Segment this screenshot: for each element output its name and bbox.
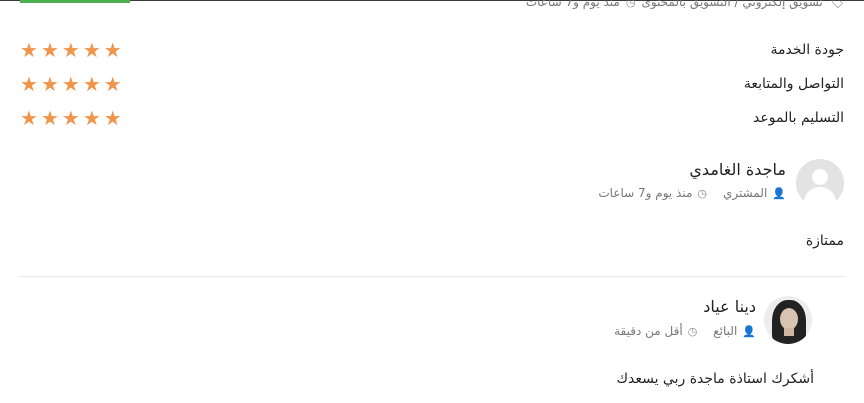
- star-icon: ★: [20, 106, 38, 130]
- accent-bar: [20, 0, 130, 3]
- star-icon: ★: [103, 38, 122, 62]
- rating-row-service-quality: ★ ★ ★ ★ ★ جودة الخدمة: [20, 38, 844, 62]
- review-role: المشتري: [723, 186, 768, 200]
- star-icon: ★: [20, 38, 38, 62]
- star-icon: ★: [82, 72, 101, 96]
- tag-icon: 🏷: [828, 0, 844, 9]
- star-icon: ★: [61, 106, 80, 130]
- review-time: منذ يوم و7 ساعات: [598, 186, 693, 200]
- project-tags[interactable]: تسويق إلكتروني / التسويق بالمحتوى: [641, 0, 822, 9]
- reply-role: البائع: [713, 324, 738, 338]
- clock-icon: ◷: [687, 324, 698, 338]
- seller-avatar[interactable]: [764, 296, 812, 344]
- rating-row-on-time-delivery: ★ ★ ★ ★ ★ التسليم بالموعد: [20, 106, 844, 130]
- reply-time: أقل من دقيقة: [614, 324, 683, 338]
- star-icon: ★: [82, 106, 101, 130]
- reply-meta: 👤 البائع ◷ أقل من دقيقة: [614, 324, 756, 338]
- star-icon: ★: [61, 72, 80, 96]
- rating-stars: ★ ★ ★ ★ ★: [20, 108, 122, 128]
- reply-author[interactable]: دينا عياد: [703, 297, 756, 316]
- star-icon: ★: [40, 106, 59, 130]
- rating-label: التواصل والمتابعة: [743, 76, 844, 92]
- clock-icon: ◷: [625, 0, 636, 9]
- star-icon: ★: [61, 38, 80, 62]
- review-meta: 👤 المشتري ◷ منذ يوم و7 ساعات: [598, 186, 786, 200]
- project-meta: 🏷 تسويق إلكتروني / التسويق بالمحتوى ◷ من…: [526, 0, 844, 12]
- divider: [20, 276, 844, 277]
- star-icon: ★: [20, 72, 38, 96]
- star-icon: ★: [103, 72, 122, 96]
- review-text: ممتازة: [805, 233, 844, 249]
- review-author[interactable]: ماجدة الغامدي: [689, 160, 786, 179]
- clock-icon: ◷: [697, 186, 708, 200]
- reply-text: أشكرك استاذة ماجدة ربي يسعدك: [616, 371, 814, 387]
- buyer-avatar[interactable]: [796, 159, 844, 207]
- rating-stars: ★ ★ ★ ★ ★: [20, 40, 122, 60]
- rating-stars: ★ ★ ★ ★ ★: [20, 74, 122, 94]
- rating-row-communication: ★ ★ ★ ★ ★ التواصل والمتابعة: [20, 72, 844, 96]
- default-avatar-icon: [812, 169, 828, 185]
- rating-label: التسليم بالموعد: [753, 110, 844, 126]
- project-time: منذ يوم و7 ساعات: [525, 0, 620, 9]
- star-icon: ★: [40, 38, 59, 62]
- user-icon: 👤: [772, 186, 786, 200]
- star-icon: ★: [40, 72, 59, 96]
- star-icon: ★: [82, 38, 101, 62]
- star-icon: ★: [103, 106, 122, 130]
- user-icon: 👤: [742, 324, 756, 338]
- rating-label: جودة الخدمة: [770, 42, 844, 58]
